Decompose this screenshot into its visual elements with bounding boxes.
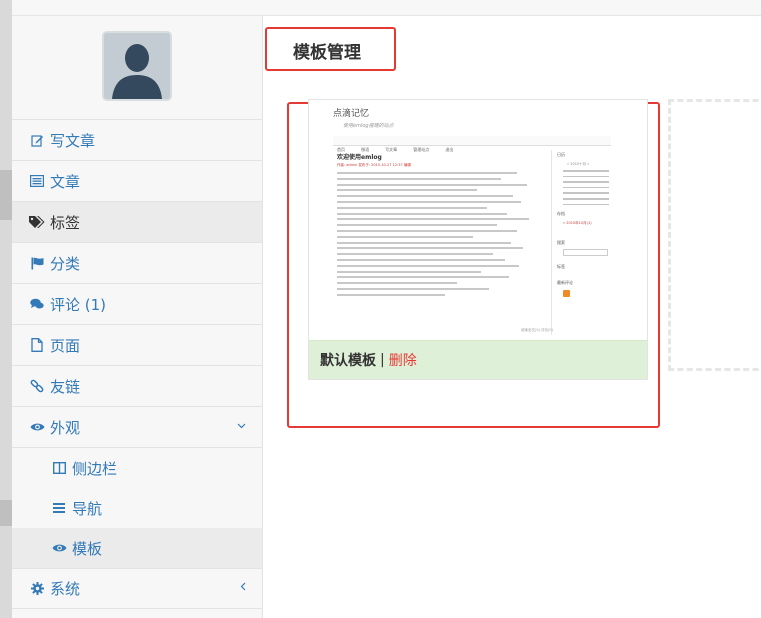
preview-widget-title: 最新评论 — [557, 280, 573, 286]
preview-widget-title: 标签 — [557, 264, 565, 270]
eye-icon — [28, 422, 46, 432]
preview-widget-title: 存档 — [557, 211, 565, 217]
sidebar-item-label: 侧边栏 — [72, 459, 118, 478]
tags-icon — [28, 216, 46, 228]
preview-nav: 首页 微语 写文章 管理站点 退出 — [333, 136, 611, 152]
background-layer — [0, 0, 12, 618]
preview-divider — [551, 150, 552, 335]
preview-nav-item: 退出 — [445, 147, 454, 152]
preview-search-box — [563, 249, 608, 257]
sidebar-item-label: 导航 — [72, 499, 103, 518]
template-card-footer: 默认模板 | 删除 — [309, 340, 647, 379]
sidebar-item-label: 评论 (1) — [50, 295, 107, 314]
preview-site-title: 点滴记忆 — [333, 109, 370, 119]
list-icon — [28, 175, 46, 187]
sidebar-item-label: 页面 — [50, 336, 81, 355]
sidebar-item-pages[interactable]: 页面 — [12, 325, 262, 366]
sidebar-item-comments[interactable]: 评论 (1) — [12, 284, 262, 325]
sidebar-item-write-post[interactable]: 写文章 — [12, 120, 262, 161]
avatar-area — [12, 16, 262, 120]
sidebar-item-label: 写文章 — [50, 131, 96, 150]
preview-site-subtitle: 使用emlog搭建的站点 — [343, 123, 394, 129]
preview-post-meta: 作者: admin 发布于: 2015-10-27 12:37 编辑 — [337, 163, 411, 167]
sidebar-item-label: 标签 — [50, 213, 81, 232]
comments-icon — [28, 298, 46, 310]
chevron-down-icon — [237, 418, 246, 432]
sidebar-item-label: 外观 — [50, 418, 81, 437]
preview-archive-item: » 2015年10月(1) — [563, 221, 592, 226]
sidebar-item-system[interactable]: 系统 — [12, 568, 262, 609]
preview-sidebar: 日历 « 2015十月 » 存档 » 2015年10月(1) 搜索 标签 最新评… — [557, 152, 617, 298]
file-icon — [28, 338, 46, 352]
template-preview-image[interactable]: 点滴记忆 使用emlog搭建的站点 首页 微语 写文章 管理站点 退出 欢迎使用… — [309, 100, 647, 340]
sidebar-item-tags[interactable]: 标签 — [12, 202, 262, 243]
sidebar-subitem-sidebar[interactable]: 侧边栏 — [12, 448, 262, 488]
sidebar-item-label: 模板 — [72, 539, 103, 558]
preview-nav-item: 写文章 — [385, 147, 398, 152]
page-title: 模板管理 — [293, 43, 361, 63]
sidebar: 写文章 文章 标签 分类 评论 (1) 页面 友链 外观 侧边栏 导航 模板 系… — [12, 16, 263, 618]
sidebar-item-links[interactable]: 友链 — [12, 366, 262, 407]
user-silhouette-icon — [104, 33, 170, 99]
link-icon — [28, 379, 46, 393]
sidebar-item-label: 系统 — [50, 580, 81, 598]
preview-post-text — [337, 172, 537, 300]
flag-icon — [28, 257, 46, 270]
sidebar-item-posts[interactable]: 文章 — [12, 161, 262, 202]
sidebar-subitem-navigation[interactable]: 导航 — [12, 488, 262, 528]
preview-read-more: 阅读全文(0) 评论(0) — [521, 328, 554, 332]
top-header-bar — [12, 0, 761, 16]
preview-post-title: 欢迎使用emlog — [337, 154, 382, 161]
sidebar-item-categories[interactable]: 分类 — [12, 243, 262, 284]
sidebar-item-label: 分类 — [50, 254, 81, 273]
sidebar-item-label: 文章 — [50, 172, 81, 191]
gear-icon — [28, 582, 46, 595]
delete-template-link[interactable]: 删除 — [389, 350, 417, 370]
preview-nav-item: 管理站点 — [413, 147, 430, 152]
add-template-slot[interactable] — [668, 99, 761, 371]
preview-calendar-head: « 2015十月 » — [567, 162, 590, 166]
main-content: 模板管理 点滴记忆 使用emlog搭建的站点 首页 微语 写文章 管理站点 退出… — [264, 16, 761, 618]
separator: | — [380, 352, 385, 368]
bars-icon — [50, 503, 68, 513]
preview-widget-title: 日历 — [557, 152, 565, 157]
edit-icon — [28, 134, 46, 147]
sidebar-subitem-templates[interactable]: 模板 — [12, 528, 262, 568]
columns-icon — [50, 462, 68, 474]
template-name: 默认模板 — [320, 353, 376, 369]
preview-widget-title: 搜索 — [557, 240, 565, 246]
sidebar-item-label: 友链 — [50, 377, 81, 396]
avatar[interactable] — [102, 31, 172, 101]
eye-icon — [50, 543, 68, 553]
chevron-left-icon — [240, 580, 246, 594]
preview-calendar — [563, 170, 609, 206]
sidebar-item-appearance[interactable]: 外观 — [12, 407, 262, 448]
rss-icon — [563, 290, 570, 298]
template-card: 点滴记忆 使用emlog搭建的站点 首页 微语 写文章 管理站点 退出 欢迎使用… — [308, 99, 648, 380]
